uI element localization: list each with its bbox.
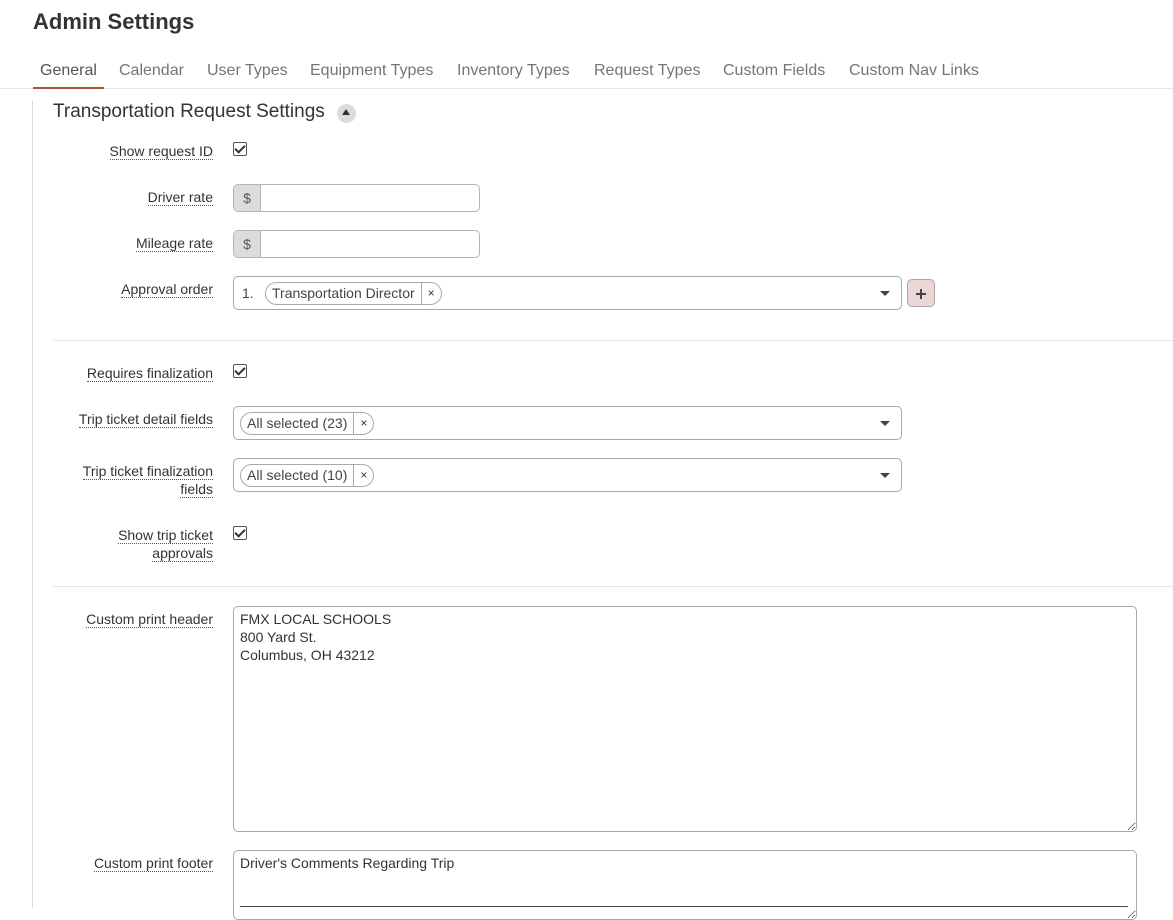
custom-print-header-textarea[interactable]: FMX LOCAL SCHOOLS 800 Yard St. Columbus,… [233, 606, 1137, 832]
custom-print-footer-textarea[interactable]: Driver's Comments Regarding Trip _______… [233, 850, 1137, 920]
chevron-down-icon[interactable] [880, 291, 890, 296]
selection-tag-label: All selected (10) [247, 467, 348, 483]
approval-order-label: Approval order [121, 281, 213, 298]
approval-tag: Transportation Director × [265, 282, 442, 305]
selection-tag: All selected (23) × [240, 412, 375, 435]
page-title: Admin Settings [33, 9, 195, 34]
show-trip-ticket-approvals-checkbox[interactable] [233, 526, 247, 540]
remove-tag-icon[interactable]: × [420, 283, 441, 304]
tab-custom-nav-links[interactable]: Custom Nav Links [842, 52, 986, 89]
dollar-addon: $ [234, 185, 261, 211]
mileage-rate-field: $ [233, 230, 480, 258]
custom-print-header-label: Custom print header [86, 611, 213, 628]
dollar-addon: $ [234, 231, 261, 257]
chevron-down-icon[interactable] [880, 421, 890, 426]
mileage-rate-input[interactable] [262, 231, 479, 257]
trip-ticket-detail-fields-select[interactable]: All selected (23) × [233, 406, 902, 440]
tab-custom-fields[interactable]: Custom Fields [716, 52, 832, 89]
remove-tag-icon[interactable]: × [353, 465, 373, 486]
show-request-id-checkbox[interactable] [233, 142, 247, 156]
requires-finalization-checkbox[interactable] [233, 364, 247, 378]
plus-icon[interactable] [907, 279, 935, 307]
driver-rate-input[interactable] [262, 185, 479, 211]
tab-user-types[interactable]: User Types [200, 52, 295, 89]
approval-tag-label: Transportation Director [272, 285, 415, 301]
trip-ticket-detail-fields-label: Trip ticket detail fields [78, 411, 213, 428]
driver-rate-label: Driver rate [147, 189, 213, 206]
tab-general[interactable]: General [33, 52, 104, 89]
divider [53, 340, 1173, 341]
custom-print-footer-label: Custom print footer [93, 855, 213, 872]
approval-order-select[interactable]: 1. Transportation Director × [233, 276, 902, 310]
section-border [32, 101, 33, 908]
remove-tag-icon[interactable]: × [353, 413, 373, 434]
tab-equipment-types[interactable]: Equipment Types [303, 52, 440, 89]
driver-rate-field: $ [233, 184, 480, 212]
mileage-rate-label: Mileage rate [135, 235, 213, 252]
selection-tag-label: All selected (23) [247, 415, 348, 431]
tab-request-types[interactable]: Request Types [587, 52, 707, 89]
approval-step-number: 1. [242, 285, 254, 301]
selection-tag: All selected (10) × [240, 464, 375, 487]
tab-inventory-types[interactable]: Inventory Types [450, 52, 577, 89]
chevron-down-icon[interactable] [880, 473, 890, 478]
trip-ticket-finalization-fields-select[interactable]: All selected (10) × [233, 458, 902, 492]
section-title: Transportation Request Settings [53, 101, 325, 122]
show-request-id-label: Show request ID [109, 143, 213, 160]
tab-calendar[interactable]: Calendar [112, 52, 191, 89]
settings-tabs: General Calendar User Types Equipment Ty… [0, 52, 1173, 89]
requires-finalization-label: Requires finalization [86, 365, 213, 382]
divider [53, 586, 1173, 587]
caret-up-icon[interactable] [337, 104, 356, 123]
show-trip-ticket-approvals-label: Show trip ticket approvals [118, 527, 213, 562]
trip-ticket-finalization-fields-label: Trip ticket finalization fields [82, 463, 213, 498]
